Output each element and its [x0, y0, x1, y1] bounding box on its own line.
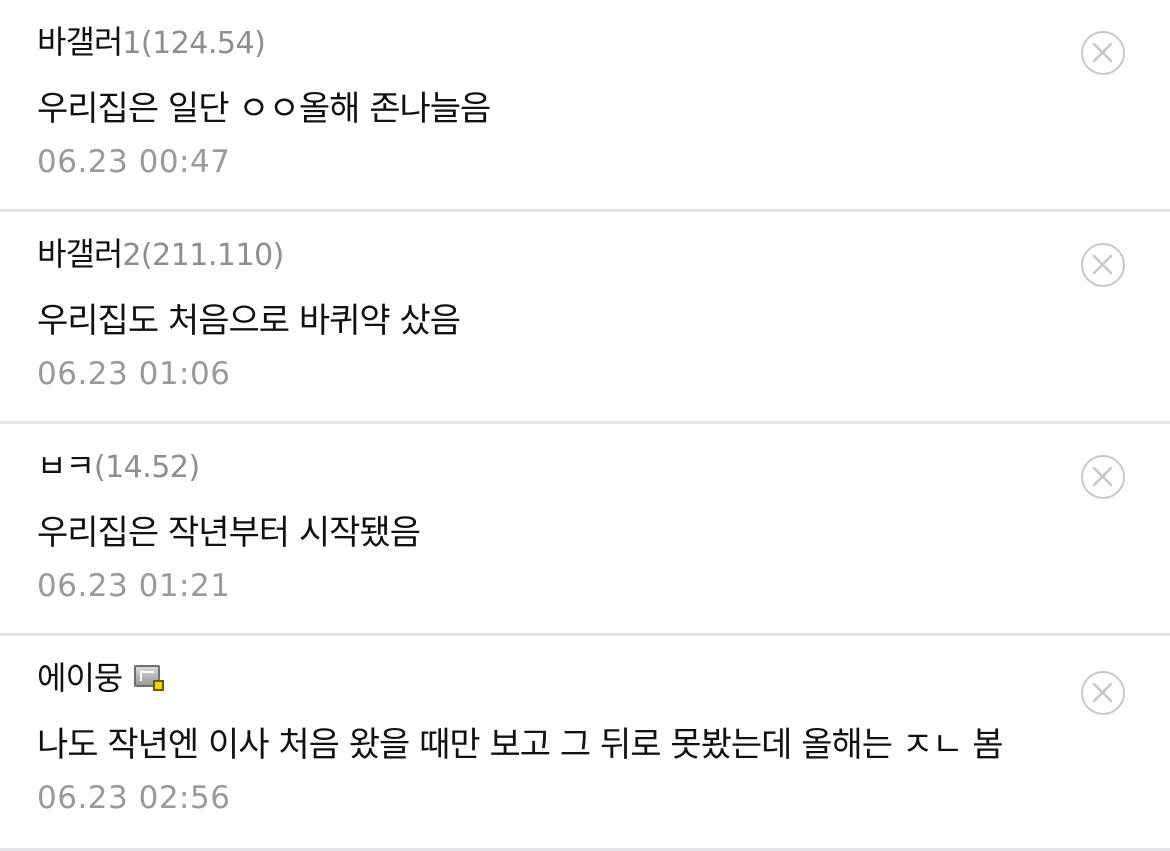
- author-ip: 1(124.54): [122, 26, 266, 61]
- comment-text: 우리집은 일단 ㅇㅇ올해 존나늘음: [37, 89, 491, 129]
- author-nickname[interactable]: ㅂㅋ: [37, 447, 95, 485]
- author-ip: 2(211.110): [122, 238, 284, 273]
- fixed-nick-icon: [134, 663, 165, 691]
- comment-item: 바갤러1(124.54) 우리집은 일단 ㅇㅇ올해 존나늘음 06.23 00:…: [0, 0, 1170, 212]
- comment-item: ㅂㅋ(14.52) 우리집은 작년부터 시작됐음 06.23 01:21: [0, 424, 1170, 636]
- comment-item: 에이뭉 나도 작년엔 이사 처음 왔을 때만 보고 그 뒤로 못봤는데 올해는 …: [0, 636, 1170, 851]
- comment-author: 에이뭉: [37, 658, 1170, 698]
- circle-x-icon: [1092, 466, 1113, 487]
- comment-text: 우리집은 작년부터 시작됐음: [37, 513, 421, 553]
- comment-date: 06.23 02:56: [37, 780, 231, 816]
- author-nickname[interactable]: 바갤러: [37, 23, 123, 61]
- circle-x-icon: [1092, 682, 1113, 703]
- delete-comment-button[interactable]: [1081, 671, 1125, 715]
- comment-author: 바갤러1(124.54): [37, 22, 1170, 62]
- author-nickname[interactable]: 에이뭉: [37, 659, 123, 697]
- comment-list: 바갤러1(124.54) 우리집은 일단 ㅇㅇ올해 존나늘음 06.23 00:…: [0, 0, 1170, 851]
- comment-date: 06.23 00:47: [37, 144, 231, 180]
- circle-x-icon: [1092, 42, 1113, 63]
- comment-author: ㅂㅋ(14.52): [37, 446, 1170, 486]
- author-ip: (14.52): [93, 450, 200, 485]
- comment-text: 나도 작년엔 이사 처음 왔을 때만 보고 그 뒤로 못봤는데 올해는 ㅈㄴ 봄: [37, 725, 1004, 765]
- comment-author: 바갤러2(211.110): [37, 234, 1170, 274]
- delete-comment-button[interactable]: [1081, 31, 1125, 75]
- delete-comment-button[interactable]: [1081, 455, 1125, 499]
- comment-item: 바갤러2(211.110) 우리집도 처음으로 바퀴약 샀음 06.23 01:…: [0, 212, 1170, 424]
- author-nickname[interactable]: 바갤러: [37, 235, 123, 273]
- comment-date: 06.23 01:06: [37, 356, 231, 392]
- comment-date: 06.23 01:21: [37, 568, 231, 604]
- comment-text: 우리집도 처음으로 바퀴약 샀음: [37, 301, 461, 341]
- delete-comment-button[interactable]: [1081, 243, 1125, 287]
- circle-x-icon: [1092, 254, 1113, 275]
